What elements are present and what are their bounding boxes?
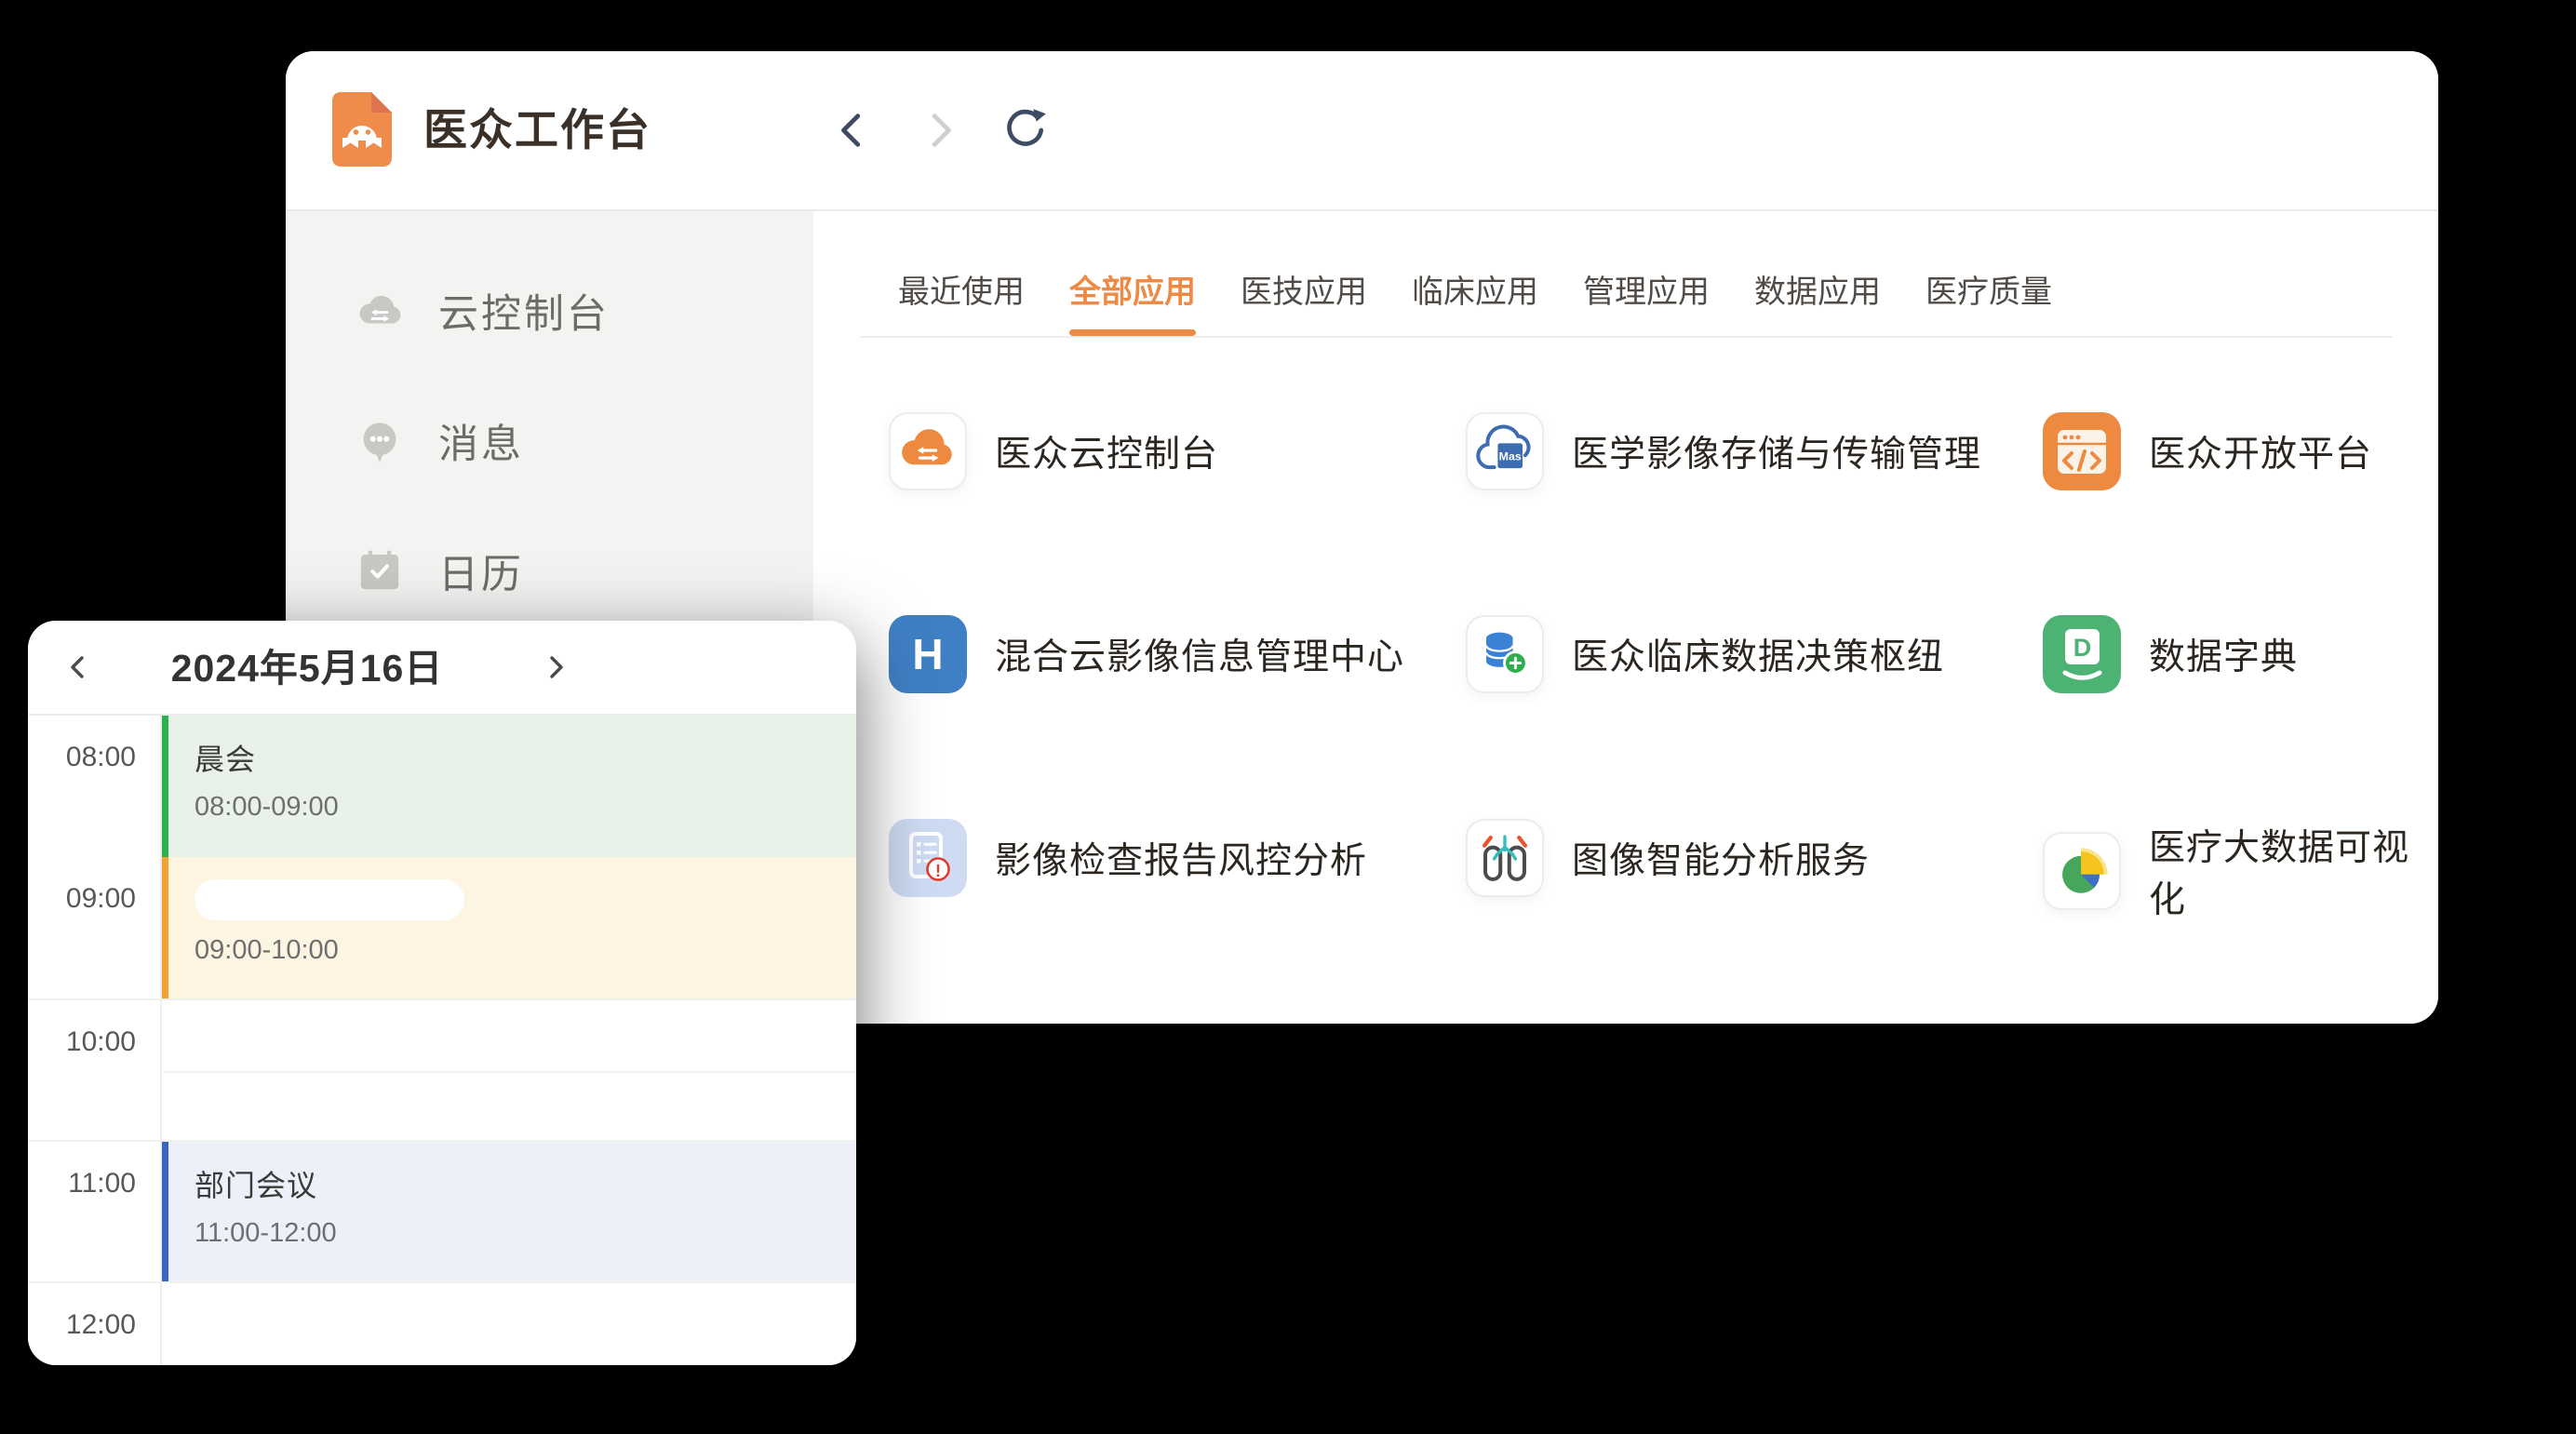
app-clinical-data-hub[interactable]: 医众临床数据决策枢纽 xyxy=(1466,615,1944,693)
calendar-header: 2024年5月16日 xyxy=(28,621,856,716)
app-logo-icon xyxy=(332,92,392,167)
badge-text: D xyxy=(2073,634,2092,662)
time-label: 11:00 xyxy=(28,1142,162,1281)
time-label: 12:00 xyxy=(28,1283,162,1365)
app-image-ai-analysis[interactable]: 图像智能分析服务 xyxy=(1466,819,1870,897)
refresh-icon[interactable] xyxy=(1001,107,1048,154)
calendar-event-redacted[interactable]: 09:00-10:00 xyxy=(162,857,856,998)
app-open-platform[interactable]: 医众开放平台 xyxy=(2043,412,2372,490)
time-label: 08:00 xyxy=(28,716,162,857)
back-icon[interactable] xyxy=(830,107,877,154)
app-label: 图像智能分析服务 xyxy=(1572,832,1870,884)
event-title: 部门会议 xyxy=(195,1162,856,1205)
tab-recent[interactable]: 最近使用 xyxy=(898,266,1025,336)
app-label: 医学影像存储与传输管理 xyxy=(1572,425,1981,477)
event-time: 09:00-10:00 xyxy=(195,935,856,966)
app-label: 医疗大数据可视化 xyxy=(2149,819,2438,923)
calendar-date-label: 2024年5月16日 xyxy=(130,621,484,714)
tab-bar: 最近使用 全部应用 医技应用 临床应用 管理应用 数据应用 医疗质量 xyxy=(860,211,2392,338)
calendar-row-1000: 10:00 xyxy=(28,998,856,1140)
calendar-row-0800: 08:00 晨会 08:00-09:00 xyxy=(28,716,856,857)
app-label: 医众临床数据决策枢纽 xyxy=(1572,628,1944,680)
badge-text: ! xyxy=(935,862,941,880)
tab-medical-quality[interactable]: 医疗质量 xyxy=(1925,266,2052,336)
app-hybrid-cloud-imaging[interactable]: H 混合云影像信息管理中心 xyxy=(889,615,1404,693)
time-label: 09:00 xyxy=(28,857,162,998)
calendar-event-morning-meeting[interactable]: 晨会 08:00-09:00 xyxy=(162,716,856,857)
app-cloud-console[interactable]: 医众云控制台 xyxy=(889,412,1218,490)
calendar-prev-icon[interactable] xyxy=(58,647,99,688)
calendar-row-1200: 12:00 xyxy=(28,1281,856,1365)
badge-text: H xyxy=(912,630,943,678)
app-label: 医众开放平台 xyxy=(2149,425,2372,477)
report-risk-icon: ! xyxy=(889,819,967,897)
app-label: 影像检查报告风控分析 xyxy=(995,832,1367,884)
time-label: 10:00 xyxy=(28,1000,162,1140)
calendar-event-department-meeting[interactable]: 部门会议 11:00-12:00 xyxy=(162,1142,856,1281)
tab-data-apps[interactable]: 数据应用 xyxy=(1754,266,1881,336)
app-bigdata-visualization[interactable]: 医疗大数据可视化 xyxy=(2043,819,2438,923)
cloud-settings-icon xyxy=(355,286,405,336)
sidebar-item-calendar[interactable]: 日历 xyxy=(355,543,813,600)
tab-clinical-apps[interactable]: 临床应用 xyxy=(1412,266,1538,336)
event-time: 08:00-09:00 xyxy=(195,792,856,823)
app-label: 混合云影像信息管理中心 xyxy=(995,628,1404,680)
tab-medtech-apps[interactable]: 医技应用 xyxy=(1241,266,1367,336)
data-dictionary-icon: D xyxy=(2043,615,2121,693)
app-report-risk-analysis[interactable]: ! 影像检查报告风控分析 xyxy=(889,819,1367,897)
clinical-data-icon xyxy=(1466,615,1544,693)
image-ai-icon xyxy=(1466,819,1544,897)
app-image-storage[interactable]: Mas 医学影像存储与传输管理 xyxy=(1466,412,1981,490)
sidebar-item-label: 日历 xyxy=(438,543,524,600)
nav-controls xyxy=(830,51,1048,209)
open-platform-icon xyxy=(2043,412,2121,490)
tab-management-apps[interactable]: 管理应用 xyxy=(1583,266,1710,336)
app-label: 医众云控制台 xyxy=(995,425,1218,477)
app-data-dictionary[interactable]: D 数据字典 xyxy=(2043,615,2298,693)
title-bar: 医众工作台 xyxy=(286,51,2438,211)
sidebar-item-messages[interactable]: 消息 xyxy=(355,412,813,470)
calendar-next-icon[interactable] xyxy=(535,647,576,688)
hybrid-cloud-icon: H xyxy=(889,615,967,693)
event-time: 11:00-12:00 xyxy=(195,1218,856,1249)
app-label: 数据字典 xyxy=(2149,628,2298,680)
calendar-row-0900: 09:00 09:00-10:00 xyxy=(28,857,856,998)
image-storage-icon: Mas xyxy=(1466,412,1544,490)
calendar-panel: 2024年5月16日 08:00 晨会 08:00-09:00 09:00 09… xyxy=(28,621,856,1365)
tab-all-apps[interactable]: 全部应用 xyxy=(1069,266,1196,336)
sidebar-item-label: 云控制台 xyxy=(438,282,610,340)
forward-icon[interactable] xyxy=(916,107,962,154)
event-title: 晨会 xyxy=(195,736,856,779)
app-title: 医众工作台 xyxy=(423,51,651,209)
calendar-body: 08:00 晨会 08:00-09:00 09:00 09:00-10:00 1… xyxy=(28,716,856,1365)
message-icon xyxy=(355,416,405,466)
event-title-redacted-pill xyxy=(195,879,464,920)
calendar-check-icon xyxy=(355,546,405,596)
cloud-console-icon xyxy=(889,412,967,490)
calendar-row-1100: 11:00 部门会议 11:00-12:00 xyxy=(28,1140,856,1281)
sidebar-item-cloud-console[interactable]: 云控制台 xyxy=(355,282,813,340)
badge-text: Mas xyxy=(1499,450,1522,463)
content-area: 最近使用 全部应用 医技应用 临床应用 管理应用 数据应用 医疗质量 医众云控制… xyxy=(813,211,2438,1024)
sidebar-item-label: 消息 xyxy=(438,412,524,470)
bigdata-viz-icon xyxy=(2043,832,2121,910)
